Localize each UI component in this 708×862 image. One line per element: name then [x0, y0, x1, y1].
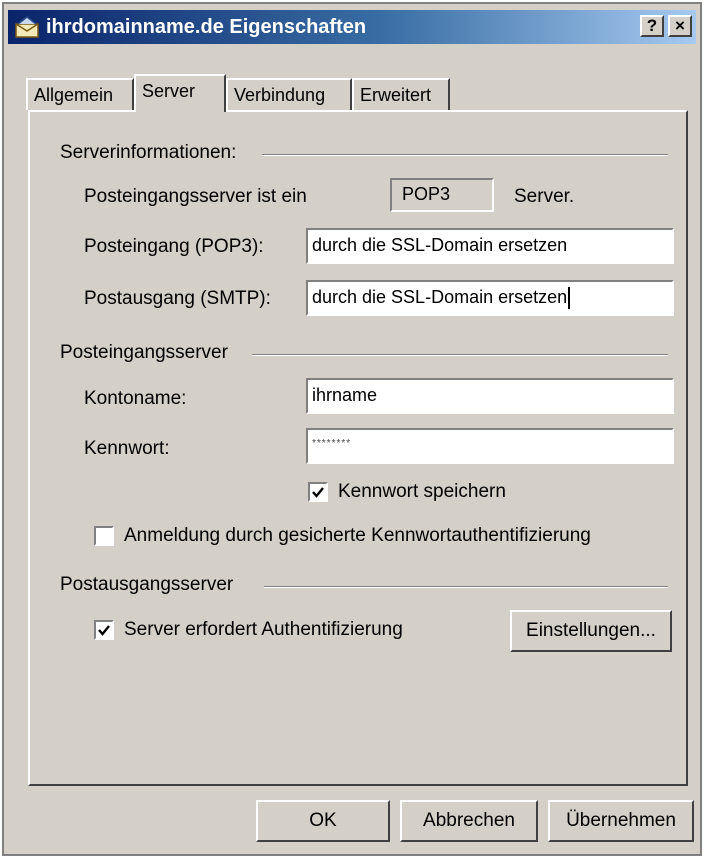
cancel-button[interactable]: Abbrechen — [400, 800, 538, 842]
server-auth-checkbox[interactable] — [94, 620, 114, 640]
spa-label[interactable]: Anmeldung durch gesicherte Kennwortauthe… — [124, 525, 591, 547]
title-bar[interactable]: ihrdomainname.de Eigenschaften ? × — [8, 10, 696, 44]
window-title: ihrdomainname.de Eigenschaften — [46, 16, 367, 38]
apply-button[interactable]: Übernehmen — [548, 800, 694, 842]
text-cursor — [568, 287, 571, 310]
group-divider — [252, 354, 668, 356]
help-button[interactable]: ? — [640, 15, 664, 37]
outgoing-server-value: durch die SSL-Domain ersetzen — [312, 287, 568, 307]
ok-button[interactable]: OK — [256, 800, 390, 842]
server-info-group-label: Serverinformationen: — [60, 142, 237, 163]
close-button[interactable]: × — [668, 15, 692, 37]
incoming-type-value: POP3 — [390, 178, 494, 212]
account-name-label: Kontoname: — [84, 388, 187, 409]
checkmark-icon — [98, 625, 110, 636]
password-input[interactable]: ******** — [306, 428, 674, 464]
tab-erweitert[interactable]: Erweitert — [352, 78, 450, 110]
group-divider — [264, 586, 668, 588]
password-label: Kennwort: — [84, 438, 170, 459]
mail-account-icon — [15, 16, 39, 38]
outgoing-server-label: Postausgang (SMTP): — [84, 288, 271, 309]
properties-dialog: ihrdomainname.de Eigenschaften ? × Allge… — [2, 2, 702, 856]
incoming-group-label: Posteingangsserver — [60, 342, 228, 363]
incoming-type-suffix: Server. — [514, 186, 575, 207]
group-divider — [262, 154, 668, 156]
server-auth-label[interactable]: Server erfordert Authentifizierung — [124, 619, 403, 641]
checkmark-icon — [312, 487, 324, 498]
outgoing-server-input[interactable]: durch die SSL-Domain ersetzen — [306, 280, 674, 316]
tab-allgemein[interactable]: Allgemein — [26, 78, 134, 110]
outgoing-group-label: Postausgangsserver — [60, 574, 234, 595]
tab-server[interactable]: Server — [134, 74, 226, 112]
account-name-input[interactable]: ihrname — [306, 378, 674, 414]
incoming-server-input[interactable]: durch die SSL-Domain ersetzen — [306, 228, 674, 264]
tab-verbindung[interactable]: Verbindung — [226, 78, 352, 110]
save-password-label[interactable]: Kennwort speichern — [338, 481, 506, 503]
server-tab-panel: Serverinformationen: Posteingangsserver … — [28, 110, 688, 786]
save-password-checkbox[interactable] — [308, 482, 328, 502]
settings-button[interactable]: Einstellungen... — [510, 610, 672, 652]
spa-checkbox[interactable] — [94, 526, 114, 546]
incoming-server-label: Posteingang (POP3): — [84, 236, 264, 257]
incoming-type-label: Posteingangsserver ist ein — [84, 186, 307, 207]
